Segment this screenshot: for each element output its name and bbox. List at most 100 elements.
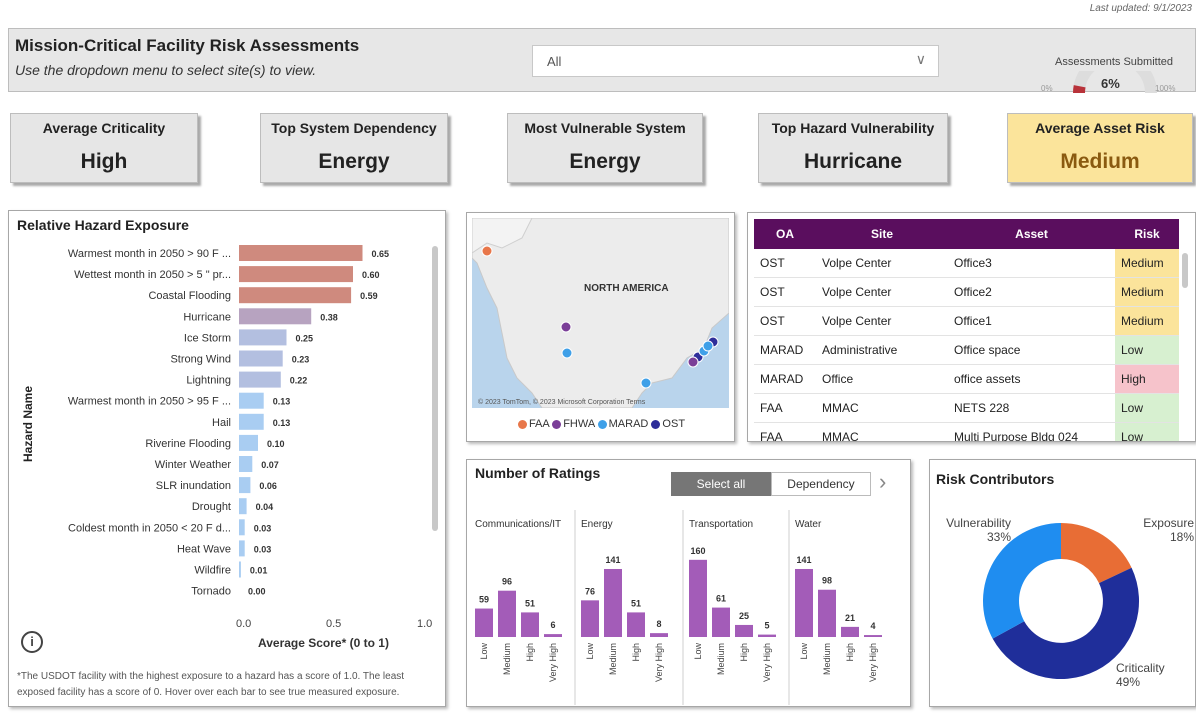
map-marker-marad[interactable] xyxy=(561,347,573,359)
ratings-category-label: Low xyxy=(693,643,703,660)
map-marker-marad[interactable] xyxy=(640,377,652,389)
table-row[interactable]: OST Volpe Center Office3 Medium xyxy=(754,249,1179,278)
hazard-bar[interactable] xyxy=(239,245,363,261)
kpi-average-asset-risk: Average Asset Risk Medium xyxy=(1007,113,1193,183)
ratings-panel: Number of Ratings Select all Dependency … xyxy=(466,459,911,707)
ratings-bar[interactable] xyxy=(544,634,562,637)
dependency-button[interactable]: Dependency xyxy=(771,472,871,496)
ratings-bar[interactable] xyxy=(627,612,645,637)
info-icon[interactable]: i xyxy=(21,631,43,653)
hazard-value-label: 0.07 xyxy=(261,460,279,470)
map-marker-fhwa[interactable] xyxy=(560,321,572,333)
ratings-bar[interactable] xyxy=(521,612,539,637)
hazard-bar[interactable] xyxy=(239,456,253,472)
ratings-bar[interactable] xyxy=(498,590,516,637)
hazard-bar[interactable] xyxy=(239,434,258,451)
hazard-bar[interactable] xyxy=(239,392,264,409)
site-dropdown[interactable]: All ∨ xyxy=(532,45,939,77)
cell-oa: FAA xyxy=(754,422,816,441)
map-marker-faa[interactable] xyxy=(481,245,493,257)
hazard-category-label: Heat Wave xyxy=(177,543,231,555)
map-marker-fhwa[interactable] xyxy=(687,356,699,368)
table-row[interactable]: FAA MMAC NETS 228 Low xyxy=(754,393,1179,423)
hazard-bar[interactable] xyxy=(239,413,264,430)
select-all-button[interactable]: Select all xyxy=(671,472,771,496)
kpi-label: Most Vulnerable System xyxy=(524,120,686,136)
table-row[interactable]: FAA MMAC Multi Purpose Bldg 024 Low xyxy=(754,422,1179,441)
ratings-value-label: 160 xyxy=(690,546,705,556)
ratings-category-label: Low xyxy=(585,643,595,660)
ratings-bar[interactable] xyxy=(841,626,859,637)
hazard-bar[interactable] xyxy=(239,540,245,557)
ratings-bar[interactable] xyxy=(712,607,730,637)
map-credit: © 2023 TomTom, © 2023 Microsoft Corporat… xyxy=(478,398,646,406)
site-map[interactable]: NORTH AMERICA © 2023 TomTom, © 2023 Micr… xyxy=(472,218,729,408)
cell-asset: Office space xyxy=(948,335,1115,365)
hazard-value-label: 0.59 xyxy=(360,291,378,301)
ratings-bar[interactable] xyxy=(475,608,493,637)
ratings-bar[interactable] xyxy=(650,633,668,637)
kpi-value: Energy xyxy=(318,150,390,173)
map-marker-marad[interactable] xyxy=(702,340,714,352)
col-header-oa[interactable]: OA xyxy=(754,219,816,249)
col-header-site[interactable]: Site xyxy=(816,219,948,249)
table-row[interactable]: MARAD Office office assets High xyxy=(754,364,1179,394)
hazard-bar[interactable] xyxy=(239,287,352,304)
ratings-bar[interactable] xyxy=(581,600,599,637)
hazard-bar[interactable] xyxy=(239,477,251,494)
hazard-bar[interactable] xyxy=(239,561,241,578)
cell-oa: OST xyxy=(754,306,816,336)
last-updated: Last updated: 9/1/2023 xyxy=(1089,3,1192,14)
top-strip xyxy=(0,0,1196,18)
ratings-bar[interactable] xyxy=(689,559,707,637)
kpi-label: Top System Dependency xyxy=(271,120,437,136)
ratings-value-label: 4 xyxy=(870,621,875,631)
table-header-row: OA Site Asset Risk xyxy=(754,219,1179,249)
hazard-scrollbar[interactable] xyxy=(432,246,438,531)
hazard-x-axis-label: Average Score* (0 to 1) xyxy=(258,636,389,650)
legend-dot xyxy=(552,419,562,429)
hazard-bar[interactable] xyxy=(239,350,283,367)
table-scrollbar[interactable] xyxy=(1182,253,1188,288)
gauge-max-label: 100% xyxy=(1155,84,1175,93)
hazard-bar[interactable] xyxy=(239,308,312,325)
legend-item-fhwa: FHWA xyxy=(552,418,595,430)
ratings-value-label: 96 xyxy=(502,577,512,587)
hazard-value-label: 0.25 xyxy=(296,333,314,343)
cell-asset: Office3 xyxy=(948,249,1115,278)
hazard-bar[interactable] xyxy=(239,519,245,536)
cell-oa: MARAD xyxy=(754,364,816,394)
cell-site: MMAC xyxy=(816,393,948,423)
hazard-bar[interactable] xyxy=(239,498,247,515)
ratings-bar[interactable] xyxy=(758,634,776,637)
ratings-bar[interactable] xyxy=(604,568,622,637)
hazard-bar[interactable] xyxy=(239,371,281,388)
table-row[interactable]: OST Volpe Center Office1 Medium xyxy=(754,306,1179,336)
ratings-bar[interactable] xyxy=(818,589,836,637)
ratings-bar[interactable] xyxy=(735,624,753,637)
hazard-bar[interactable] xyxy=(239,329,287,346)
cell-risk: Medium xyxy=(1115,306,1179,336)
ratings-bar[interactable] xyxy=(795,568,813,637)
hazard-category-label: SLR inundation xyxy=(156,480,231,492)
ratings-category-label: Low xyxy=(479,643,489,660)
hazard-value-label: 0.60 xyxy=(362,270,380,280)
ratings-value-label: 21 xyxy=(845,613,855,623)
chevron-right-icon[interactable]: › xyxy=(879,469,886,495)
ratings-category-label: Medium xyxy=(822,643,832,675)
ratings-series-label: Transportation xyxy=(689,519,753,530)
hazard-bar[interactable] xyxy=(239,266,353,283)
hazard-category-label: Hurricane xyxy=(183,311,231,323)
col-header-asset[interactable]: Asset xyxy=(948,219,1115,249)
col-header-risk[interactable]: Risk xyxy=(1115,219,1179,249)
table-row[interactable]: MARAD Administrative Office space Low xyxy=(754,335,1179,365)
table-row[interactable]: OST Volpe Center Office2 Medium xyxy=(754,277,1179,307)
ratings-value-label: 76 xyxy=(585,586,595,596)
cell-site: Administrative xyxy=(816,335,948,365)
ratings-bar[interactable] xyxy=(864,635,882,637)
x-tick-2: 1.0 xyxy=(417,618,433,630)
kpi-value: Energy xyxy=(569,150,641,173)
kpi-value: Hurricane xyxy=(803,150,903,173)
cell-risk: Low xyxy=(1115,422,1179,441)
ratings-category-label: Very High xyxy=(868,643,878,682)
